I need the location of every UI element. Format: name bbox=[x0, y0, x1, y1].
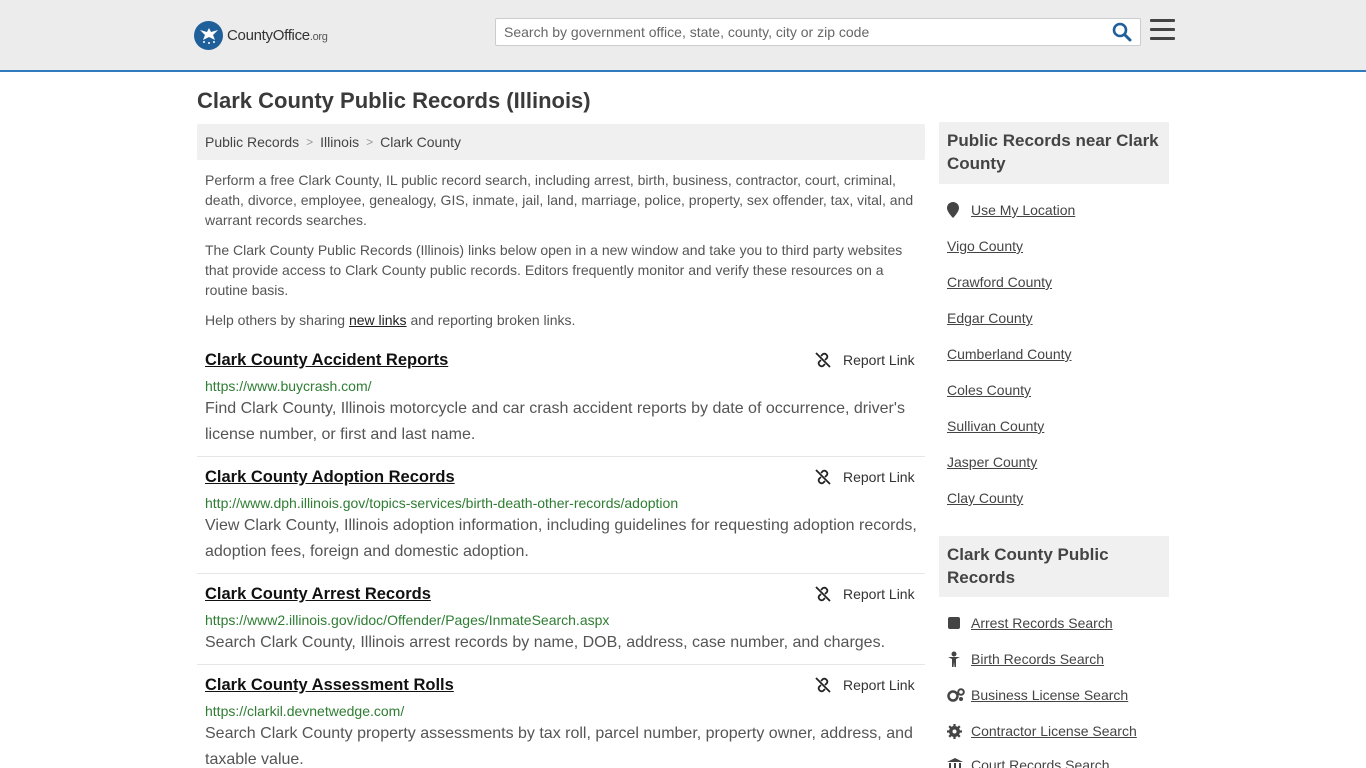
hamburger-icon-bar bbox=[1150, 37, 1175, 40]
site-logo[interactable]: CountyOffice.org bbox=[194, 20, 328, 50]
new-links-link[interactable]: new links bbox=[349, 312, 407, 328]
broken-link-icon bbox=[815, 586, 831, 602]
record-url[interactable]: https://www2.illinois.gov/idoc/Offender/… bbox=[205, 612, 609, 628]
square-icon bbox=[947, 616, 971, 630]
breadcrumb: Public Records > Illinois > Clark County bbox=[197, 124, 925, 160]
search-button[interactable] bbox=[1112, 22, 1134, 44]
breadcrumb-separator: > bbox=[306, 135, 314, 149]
report-link-label: Report Link bbox=[843, 352, 915, 368]
breadcrumb-separator: > bbox=[366, 135, 374, 149]
report-link-button[interactable]: Report Link bbox=[815, 469, 915, 485]
report-link-label: Report Link bbox=[843, 469, 915, 485]
divider bbox=[197, 456, 925, 457]
search-box bbox=[495, 18, 1141, 46]
share-links-paragraph: Help others by sharing new links and rep… bbox=[205, 310, 917, 330]
record-entry: Clark County Accident Reports Report Lin… bbox=[197, 351, 925, 451]
record-description: Find Clark County, Illinois motorcycle a… bbox=[205, 400, 905, 443]
record-title-link[interactable]: Clark County Adoption Records bbox=[205, 468, 455, 487]
divider bbox=[197, 664, 925, 665]
nearby-county-link[interactable]: Coles County bbox=[947, 382, 1031, 398]
page-title: Clark County Public Records (Illinois) bbox=[197, 88, 591, 113]
gears-icon bbox=[947, 688, 971, 702]
courthouse-icon bbox=[947, 758, 971, 768]
nearby-county-link[interactable]: Cumberland County bbox=[947, 346, 1072, 362]
logo-main: CountyOffice bbox=[227, 26, 310, 44]
report-link-button[interactable]: Report Link bbox=[815, 586, 915, 602]
record-entry: Clark County Arrest Records Report Link … bbox=[197, 585, 925, 660]
arrest-records-search-link[interactable]: Arrest Records Search bbox=[947, 615, 1113, 631]
share-text-after: and reporting broken links. bbox=[406, 312, 576, 328]
report-link-button[interactable]: Report Link bbox=[815, 352, 915, 368]
search-input[interactable] bbox=[496, 19, 1106, 45]
search-icon bbox=[1112, 22, 1132, 42]
birth-records-search-link[interactable]: Birth Records Search bbox=[947, 651, 1104, 667]
hamburger-icon-bar bbox=[1150, 28, 1175, 31]
record-url[interactable]: https://www.buycrash.com/ bbox=[205, 378, 372, 394]
county-records-heading: Clark County Public Records bbox=[939, 536, 1169, 597]
record-search-label: Contractor License Search bbox=[971, 723, 1137, 739]
court-records-search-link[interactable]: Court Records Search bbox=[947, 757, 1110, 768]
nearby-county-link[interactable]: Jasper County bbox=[947, 454, 1037, 470]
report-link-button[interactable]: Report Link bbox=[815, 677, 915, 693]
record-title-link[interactable]: Clark County Arrest Records bbox=[205, 585, 431, 604]
map-pin-icon bbox=[947, 202, 971, 218]
record-description: Search Clark County property assessments… bbox=[205, 725, 913, 768]
breadcrumb-public-records[interactable]: Public Records bbox=[205, 134, 299, 150]
broken-link-icon bbox=[815, 677, 831, 693]
divider bbox=[197, 573, 925, 574]
record-url[interactable]: http://www.dph.illinois.gov/topics-servi… bbox=[205, 495, 678, 511]
record-search-label: Birth Records Search bbox=[971, 651, 1105, 667]
contractor-license-search-link[interactable]: Contractor License Search bbox=[947, 723, 1137, 739]
record-title-link[interactable]: Clark County Assessment Rolls bbox=[205, 676, 454, 695]
broken-link-icon bbox=[815, 469, 831, 485]
record-description: View Clark County, Illinois adoption inf… bbox=[205, 517, 917, 560]
record-search-label: Court Records Search bbox=[971, 757, 1110, 768]
use-my-location-label: Use My Location bbox=[971, 202, 1076, 218]
breadcrumb-illinois[interactable]: Illinois bbox=[320, 134, 359, 150]
record-search-label: Arrest Records Search bbox=[971, 615, 1113, 631]
top-bar: CountyOffice.org bbox=[0, 0, 1366, 72]
intro-paragraph: Perform a free Clark County, IL public r… bbox=[205, 172, 914, 228]
disclaimer-paragraph: The Clark County Public Records (Illinoi… bbox=[205, 242, 903, 298]
record-entry: Clark County Assessment Rolls Report Lin… bbox=[197, 676, 925, 768]
person-icon bbox=[947, 651, 971, 667]
hamburger-icon-bar bbox=[1150, 19, 1175, 22]
use-my-location-link[interactable]: Use My Location bbox=[947, 202, 1075, 218]
nearby-records-heading: Public Records near Clark County bbox=[939, 122, 1169, 184]
nearby-county-link[interactable]: Vigo County bbox=[947, 238, 1023, 254]
report-link-label: Report Link bbox=[843, 586, 915, 602]
eagle-seal-icon bbox=[194, 20, 223, 50]
nearby-county-link[interactable]: Sullivan County bbox=[947, 418, 1044, 434]
logo-text: CountyOffice.org bbox=[227, 27, 328, 44]
breadcrumb-clark-county[interactable]: Clark County bbox=[380, 134, 461, 150]
business-license-search-link[interactable]: Business License Search bbox=[947, 687, 1128, 703]
report-link-label: Report Link bbox=[843, 677, 915, 693]
record-search-label: Business License Search bbox=[971, 687, 1129, 703]
record-description: Search Clark County, Illinois arrest rec… bbox=[205, 634, 886, 651]
record-url[interactable]: https://clarkil.devnetwedge.com/ bbox=[205, 703, 404, 719]
logo-suffix: .org bbox=[309, 30, 328, 43]
broken-link-icon bbox=[815, 352, 831, 368]
record-entry: Clark County Adoption Records Report Lin… bbox=[197, 468, 925, 568]
nearby-county-link[interactable]: Clay County bbox=[947, 490, 1023, 506]
share-text-before: Help others by sharing bbox=[205, 312, 349, 328]
gear-icon bbox=[947, 723, 971, 739]
nearby-county-link[interactable]: Crawford County bbox=[947, 274, 1052, 290]
record-title-link[interactable]: Clark County Accident Reports bbox=[205, 351, 448, 370]
nearby-county-link[interactable]: Edgar County bbox=[947, 310, 1033, 326]
menu-button[interactable] bbox=[1150, 19, 1175, 41]
